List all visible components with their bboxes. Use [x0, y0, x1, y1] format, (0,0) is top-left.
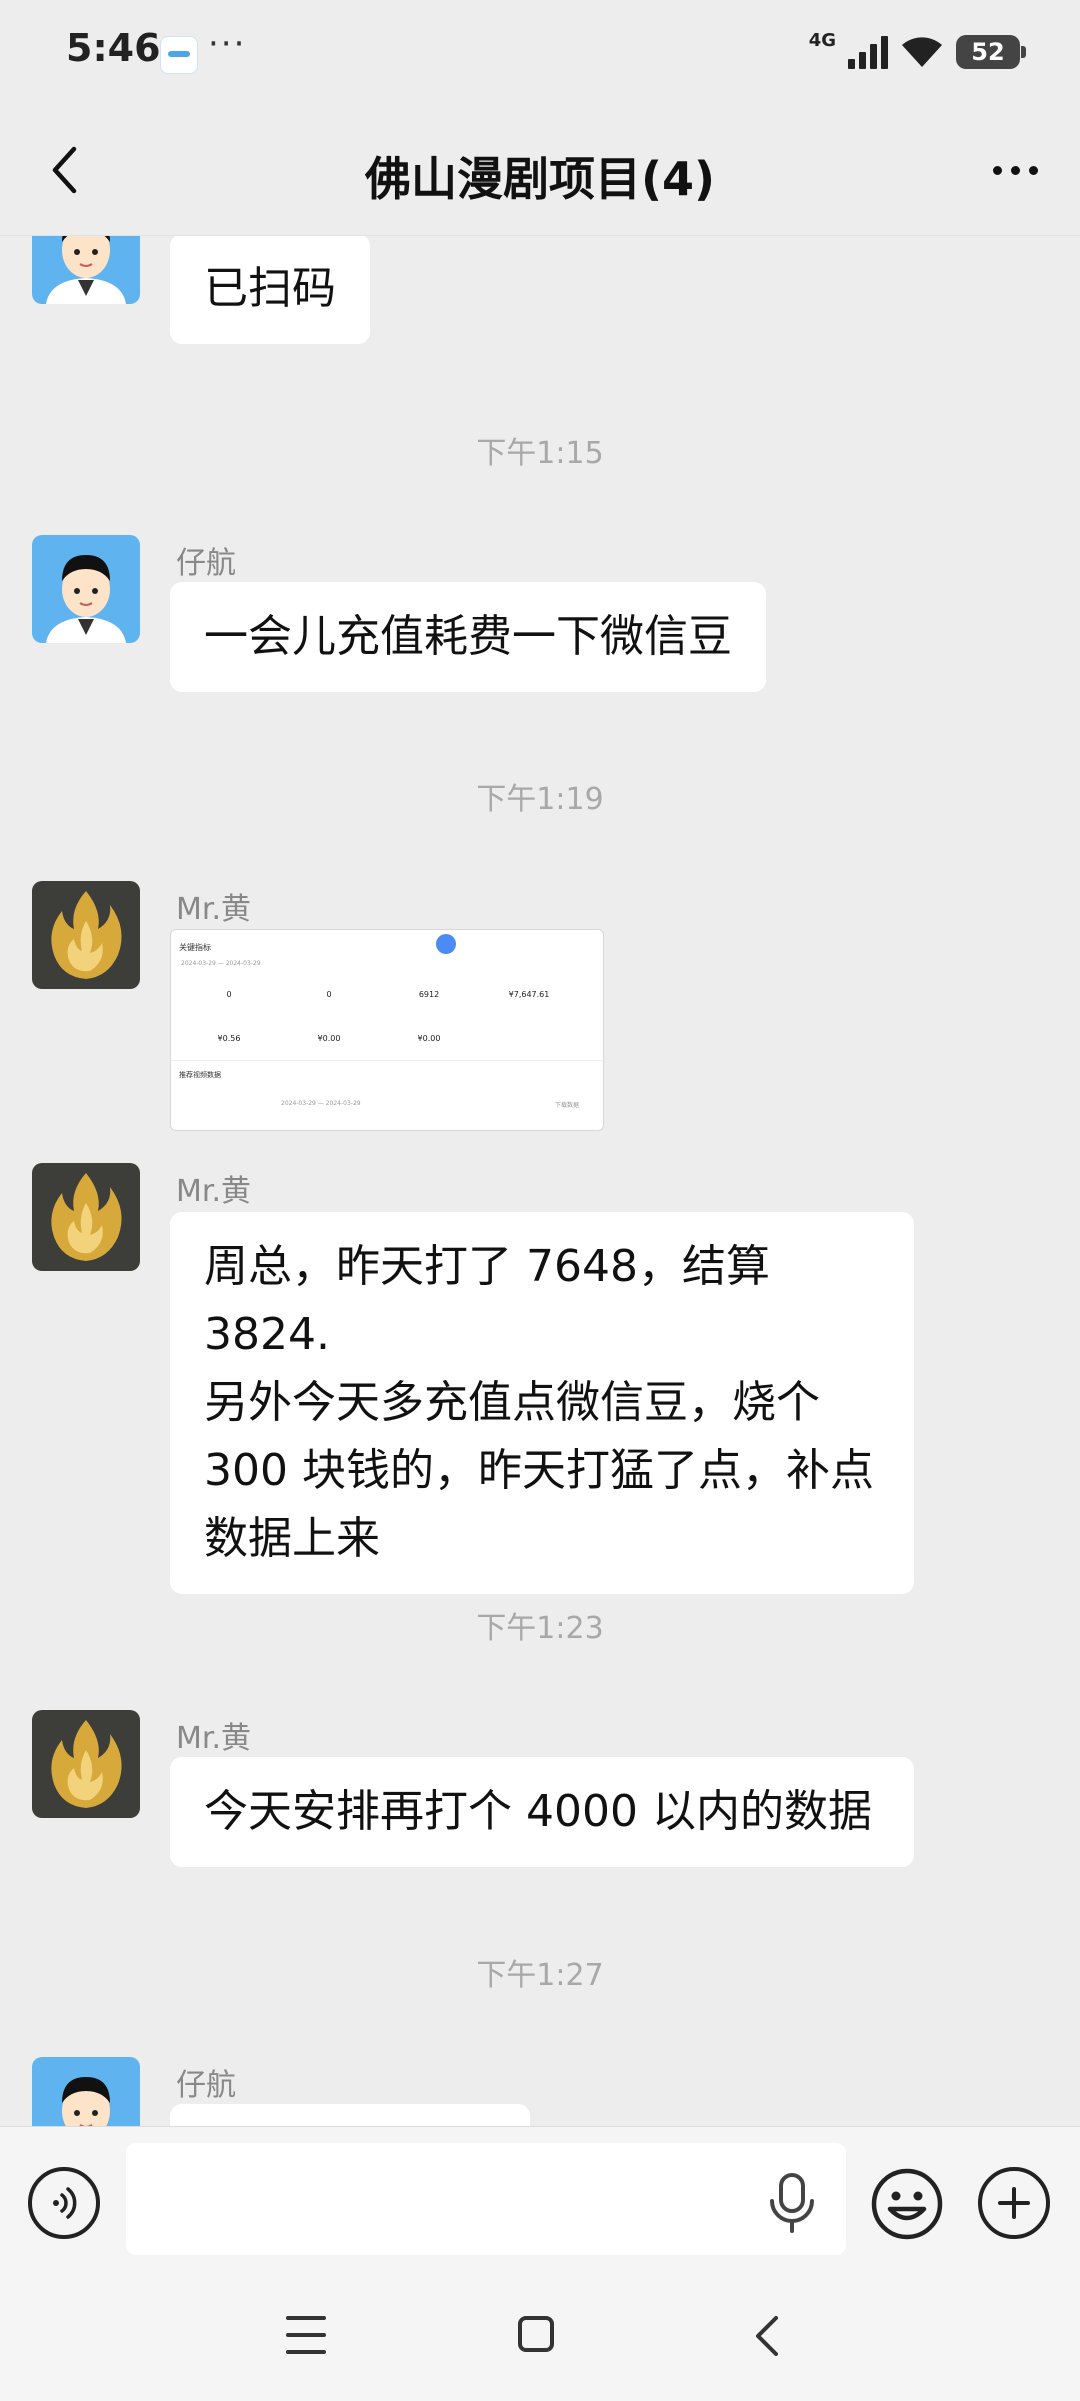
avatar[interactable]	[32, 2057, 140, 2126]
status-bar: 5:46 ··· 4G 52	[0, 0, 1080, 105]
message-bubble[interactable]: 一会儿充值耗费一下微信豆	[170, 582, 766, 692]
image-stat: ¥0.56	[217, 1034, 241, 1043]
emoji-icon[interactable]	[870, 2167, 944, 2241]
image-stat: ¥0.00	[417, 1034, 441, 1043]
microphone-icon[interactable]	[764, 2171, 820, 2235]
image-message[interactable]: 关键指标 2024-03-29 — 2024-03-29 0 0 6912 ¥7…	[170, 929, 604, 1131]
image-section: 推荐视频数据	[179, 1071, 221, 1079]
message-line: 周总，昨天打了 7648，结算 3824.	[204, 1241, 770, 1360]
sender-name: 仔航	[176, 546, 236, 581]
message-bubble[interactable]: 已扫码	[170, 236, 370, 344]
image-date-to: 2024-03-29	[225, 960, 261, 967]
avatar[interactable]	[32, 1710, 140, 1818]
sender-name: Mr.黄	[176, 892, 251, 927]
timestamp: 下午1:27	[476, 1958, 604, 1993]
system-nav-bar	[0, 2276, 1080, 2401]
avatar[interactable]	[32, 236, 140, 304]
sender-name: Mr.黄	[176, 1721, 251, 1756]
image-stat: 0	[326, 990, 332, 999]
message-list[interactable]: 已扫码 下午1:15 仔航 一会儿充值耗费一下微信豆 下午1:19 Mr.黄 关…	[0, 236, 1080, 2126]
avatar[interactable]	[32, 1163, 140, 1271]
avatar[interactable]	[32, 881, 140, 989]
image-stat: ¥0.00	[317, 1034, 341, 1043]
sender-name: 仔航	[176, 2068, 236, 2103]
avatar[interactable]	[32, 535, 140, 643]
image-date-to2: 2024-03-29	[325, 1100, 361, 1107]
chat-header: 佛山漫剧项目(4)	[0, 105, 1080, 236]
brand-logo-icon	[436, 934, 456, 954]
network-type: 4G	[808, 29, 836, 51]
image-date-from2: 2024-03-29	[281, 1100, 316, 1107]
golden-flame-avatar	[32, 1163, 140, 1271]
message-bubble[interactable]	[170, 2104, 530, 2126]
image-date-from: 2024-03-29	[181, 960, 216, 967]
app-notification-icon	[160, 36, 198, 74]
golden-flame-avatar	[32, 1710, 140, 1818]
image-download: 下载数据	[554, 1102, 579, 1109]
home-icon[interactable]	[518, 2316, 554, 2352]
timestamp: 下午1:19	[476, 782, 604, 817]
cartoon-man-avatar	[32, 535, 140, 643]
input-bar	[0, 2126, 1080, 2277]
plus-icon[interactable]	[978, 2167, 1050, 2239]
golden-flame-avatar	[32, 881, 140, 989]
cartoon-man-avatar	[32, 2057, 140, 2126]
image-stat: ¥7,647.61	[508, 990, 550, 999]
chat-title: 佛山漫剧项目(4)	[364, 152, 716, 206]
timestamp: 下午1:23	[476, 1611, 604, 1646]
status-time: 5:46	[66, 26, 161, 70]
signal-icon	[848, 35, 888, 69]
menu-icon[interactable]	[286, 2316, 326, 2354]
image-stat: 6912	[418, 990, 440, 999]
image-header: 关键指标	[179, 943, 211, 952]
sender-name: Mr.黄	[176, 1174, 251, 1209]
message-bubble[interactable]: 今天安排再打个 4000 以内的数据	[170, 1757, 914, 1867]
message-line: 另外今天多充值点微信豆，烧个	[204, 1377, 820, 1428]
status-indicators: 4G 52	[808, 29, 1026, 74]
back-icon[interactable]	[752, 2314, 782, 2358]
status-more: ···	[208, 24, 247, 64]
voice-mode-icon	[53, 2187, 77, 2219]
more-options-button[interactable]	[980, 135, 1050, 205]
timestamp: 下午1:15	[476, 436, 604, 471]
battery-icon: 52	[956, 35, 1026, 69]
message-input[interactable]	[126, 2143, 846, 2255]
image-stat: 0	[226, 990, 232, 999]
more-options-icon	[992, 165, 1002, 175]
message-line: 300 块钱的，昨天打猛了点，补点	[204, 1445, 874, 1496]
cartoon-man-avatar	[32, 236, 140, 304]
voice-mode-button[interactable]	[28, 2167, 100, 2239]
message-line: 数据上来	[204, 1513, 380, 1564]
wifi-icon	[900, 35, 944, 69]
message-bubble[interactable]: 周总，昨天打了 7648，结算 3824. 另外今天多充值点微信豆，烧个 300…	[170, 1212, 914, 1594]
